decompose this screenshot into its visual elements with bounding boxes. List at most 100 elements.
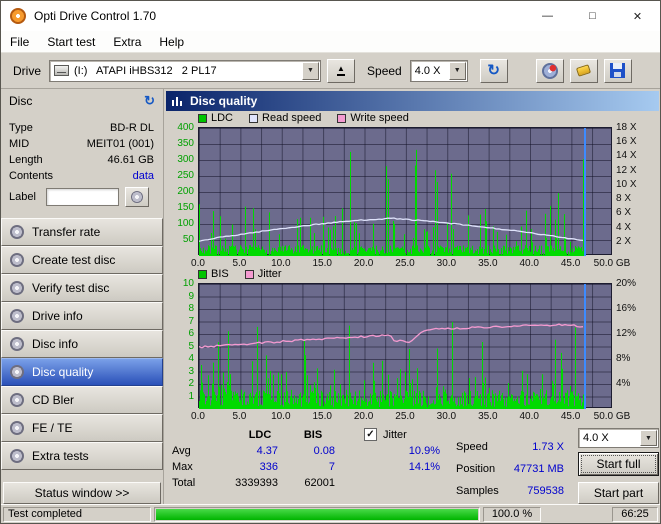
- sidebar-item-disc-info[interactable]: Disc info: [1, 330, 163, 358]
- menu-extra[interactable]: Extra: [104, 33, 150, 51]
- y-axis-right-label: 16%: [616, 303, 637, 314]
- menu-help[interactable]: Help: [150, 33, 193, 51]
- refresh-icon: ↻: [487, 62, 500, 79]
- x-axis-label: 15.0: [312, 411, 332, 422]
- drive-select-value: (I:) ATAPI iHBS312 2 PL17: [74, 64, 217, 77]
- sidebar-item-verify-test-disc[interactable]: Verify test disc: [1, 274, 163, 302]
- sidebar-item-drive-info[interactable]: Drive info: [1, 302, 163, 330]
- status-window-button[interactable]: Status window >>: [3, 482, 161, 504]
- y-axis-right-label: 8%: [616, 353, 631, 364]
- legend-color-icon: [249, 113, 259, 123]
- chevron-down-icon[interactable]: ▼: [640, 430, 657, 446]
- sidebar-item-disc-quality[interactable]: Disc quality: [1, 358, 163, 386]
- start-full-button[interactable]: Start full: [578, 452, 659, 476]
- y-axis-right-label: 8 X: [616, 193, 632, 205]
- x-axis-label: 5.0: [232, 411, 247, 422]
- label-input[interactable]: [45, 188, 119, 206]
- disc-section-header: Disc ↻: [3, 91, 161, 111]
- sidebar-item-create-test-disc[interactable]: Create test disc: [1, 246, 163, 274]
- y-axis-left-label: 9: [188, 290, 194, 302]
- progress-fill: [156, 508, 478, 520]
- maximize-button[interactable]: □: [570, 1, 615, 31]
- x-axis-label: 10.0: [271, 411, 291, 422]
- ldc-max-value: 336: [259, 461, 278, 473]
- drive-select[interactable]: (I:) ATAPI iHBS312 2 PL17 ▼: [49, 59, 322, 82]
- burn-disc-button[interactable]: [535, 58, 564, 83]
- window-title: Opti Drive Control 1.70: [34, 9, 157, 23]
- x-axis-label: 0.0: [191, 411, 205, 422]
- test-speed-select[interactable]: 4.0 X ▼: [578, 428, 659, 448]
- speed-info-value: 1.73 X: [532, 441, 564, 453]
- y-axis-right-label: 4 X: [616, 221, 632, 233]
- sidebar-item-label: Drive info: [32, 309, 83, 323]
- minimize-button[interactable]: —: [525, 1, 570, 31]
- checkbox-check-icon: ✓: [366, 429, 375, 440]
- chart-plot: [198, 283, 612, 409]
- sidebar-item-label: Transfer rate: [32, 225, 101, 239]
- error-spikes: [199, 322, 585, 409]
- speed-select[interactable]: 4.0 X ▼: [409, 59, 468, 82]
- chevron-down-icon[interactable]: ▼: [302, 61, 320, 80]
- y-axis-right-label: 20%: [616, 278, 637, 289]
- sidebar-item-label: Verify test disc: [32, 281, 110, 295]
- status-message: Test completed: [3, 506, 151, 522]
- y-axis-right-label: 2 X: [616, 235, 632, 247]
- sidebar-item-extra-tests[interactable]: Extra tests: [1, 442, 163, 470]
- label-edit-button[interactable]: [124, 187, 149, 207]
- y-axis-left-label: 350: [177, 138, 194, 149]
- sidebar: Disc ↻ Type BD-R DL MID MEIT01 (001) Len…: [1, 89, 163, 504]
- position-line: [584, 128, 586, 256]
- legend-item: Write speed: [337, 112, 409, 124]
- test-speed-select-value: 4.0 X: [583, 432, 609, 444]
- refresh-button[interactable]: ↻: [479, 58, 508, 83]
- y-axis-left-label: 250: [177, 170, 194, 181]
- x-axis-label: 20.0: [353, 411, 374, 422]
- window-controls: — □ ✕: [525, 1, 660, 31]
- erase-icon: [576, 64, 592, 77]
- legend-color-icon: [198, 269, 207, 279]
- sidebar-item-fe-te[interactable]: FE / TE: [1, 414, 163, 442]
- disc-refresh-button[interactable]: ↻: [144, 93, 155, 109]
- erase-disc-button[interactable]: [569, 58, 598, 83]
- chart-icon: [172, 97, 182, 106]
- disc-contents-row: Contents data: [9, 170, 154, 185]
- bis-column-header: BIS: [303, 429, 323, 441]
- sidebar-item-cd-bler[interactable]: CD Bler: [1, 386, 163, 414]
- x-axis-label: 25.0: [395, 411, 415, 422]
- sidebar-item-transfer-rate[interactable]: Transfer rate: [1, 218, 163, 246]
- x-axis-label: 40.0: [519, 411, 539, 422]
- eject-button[interactable]: ▲: [327, 58, 356, 83]
- status-bar: Test completed 100.0 % 66:25: [1, 504, 660, 523]
- info-value: BD-R DL: [109, 122, 154, 134]
- speed-info-label: Speed: [456, 441, 488, 453]
- disc-icon: [130, 191, 143, 203]
- y-axis-left-label: 200: [177, 186, 194, 197]
- info-label: Contents: [9, 170, 54, 182]
- y-axis-left-label: 3: [188, 365, 194, 377]
- menu-start-test[interactable]: Start test: [38, 33, 104, 51]
- contents-link[interactable]: data: [133, 170, 154, 185]
- elapsed-time: 66:25: [612, 506, 658, 522]
- save-button[interactable]: [603, 58, 632, 83]
- sidebar-item-label: Create test disc: [32, 253, 116, 267]
- y-axis-right-label: 10 X: [616, 178, 637, 190]
- start-part-button[interactable]: Start part: [578, 482, 659, 504]
- close-button[interactable]: ✕: [615, 1, 660, 31]
- sidebar-item-label: FE / TE: [32, 421, 73, 435]
- panel-title: Disc quality: [190, 94, 258, 108]
- x-axis-label: 50.0 GB: [593, 258, 631, 269]
- speed-select-value: 4.0 X: [414, 64, 441, 77]
- avg-row-label: Avg: [172, 445, 191, 457]
- x-axis-label: 45.0: [560, 411, 581, 422]
- y-axis-right-label: 12 X: [616, 164, 637, 176]
- y-axis-right-label: 4%: [616, 378, 631, 389]
- total-row-label: Total: [172, 477, 196, 489]
- legend-color-icon: [244, 269, 254, 279]
- jitter-checkbox[interactable]: ✓: [364, 428, 377, 441]
- chart-legend: BIS Jitter: [198, 268, 282, 280]
- bis-total-value: 62001: [304, 477, 335, 489]
- menu-file[interactable]: File: [1, 33, 38, 51]
- disc-icon: [10, 393, 24, 407]
- ldc-column-header: LDC: [248, 429, 272, 441]
- chevron-down-icon[interactable]: ▼: [448, 61, 466, 80]
